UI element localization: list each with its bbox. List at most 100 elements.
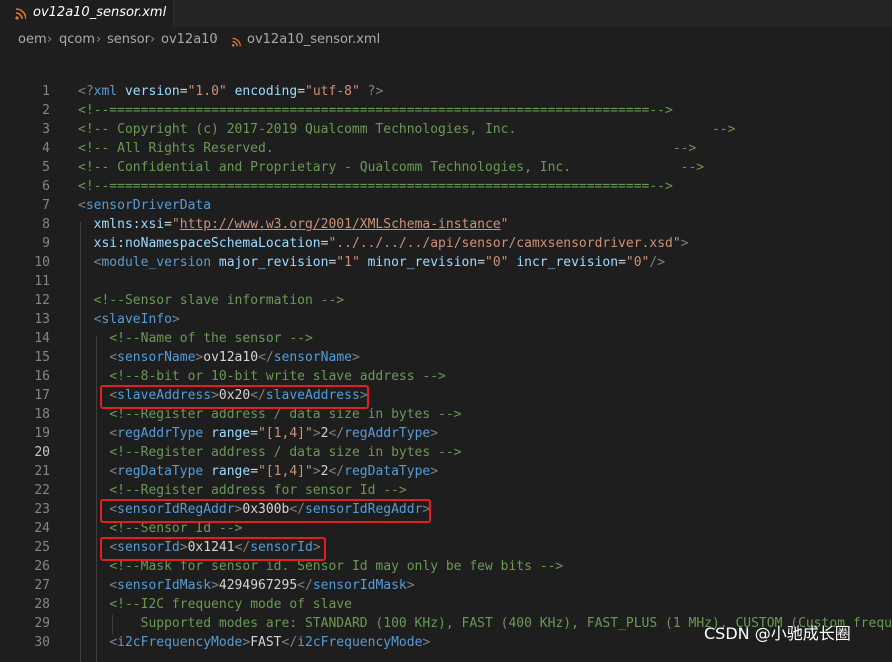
code-token: </	[297, 578, 313, 593]
code-token: >	[406, 578, 415, 593]
code-token: <!--8-bit or 10-bit write slave address …	[109, 369, 446, 384]
code-token: range	[211, 464, 251, 479]
code-token: <!--Name of the sensor -->	[109, 331, 313, 346]
code-token: regAddrType	[344, 426, 431, 441]
line-number: 16	[34, 369, 50, 384]
code-token: >	[422, 635, 431, 650]
code-line[interactable]: 3 <!-- Copyright (c) 2017-2019 Qualcomm T…	[0, 120, 892, 139]
code-line[interactable]: 19 <regAddrType range="[1,4]">2</regAddr…	[0, 424, 892, 443]
code-token: xmlns:xsi	[93, 217, 165, 232]
code-line[interactable]: 16 <!--8-bit or 10-bit write slave addre…	[0, 367, 892, 386]
code-editor[interactable]: 1 <?xml version="1.0" encoding="utf-8" ?>…	[0, 53, 892, 662]
line-number: 11	[34, 274, 50, 289]
breadcrumb-item-ov12a10[interactable]: ov12a10	[161, 32, 218, 47]
line-number: 17	[34, 388, 50, 403]
tab-bar: ov12a10_sensor.xml	[0, 0, 892, 27]
code-token: >	[430, 426, 439, 441]
code-line[interactable]: 21 <regDataType range="[1,4]">2</regData…	[0, 462, 892, 481]
line-number: 4	[42, 141, 50, 156]
code-line[interactable]: 10 <module_version major_revision="1" mi…	[0, 253, 892, 272]
line-number: 21	[34, 464, 50, 479]
code-token: "1"	[336, 255, 360, 270]
code-line[interactable]: 13 <slaveInfo>	[0, 310, 892, 329]
line-number: 29	[34, 616, 50, 631]
code-line[interactable]: 6 <!--===================================…	[0, 177, 892, 196]
code-line[interactable]: 12 <!--Sensor slave information -->	[0, 291, 892, 310]
code-text: <module_version major_revision="1" minor…	[78, 253, 665, 272]
line-number: 7	[42, 198, 50, 213]
code-token: <!--Register address / data size in byte…	[109, 407, 462, 422]
code-token: <!-- Copyright (c) 2017-2019 Qualcomm Te…	[78, 122, 736, 137]
code-token: "[1,4]"	[258, 426, 313, 441]
code-line[interactable]: 9 xsi:noNamespaceSchemaLocation="../../.…	[0, 234, 892, 253]
code-token: major_revision	[218, 255, 329, 270]
line-number: 18	[34, 407, 50, 422]
code-token: version	[124, 84, 180, 99]
code-text: <regAddrType range="[1,4]">2</regAddrTyp…	[78, 424, 438, 443]
code-token: </	[258, 350, 274, 365]
code-text: <!--8-bit or 10-bit write slave address …	[78, 367, 446, 386]
rss-icon	[231, 37, 241, 47]
line-number: 6	[42, 179, 50, 194]
code-line[interactable]: 7 <sensorDriverData	[0, 196, 892, 215]
code-line[interactable]: 14 <!--Name of the sensor -->	[0, 329, 892, 348]
line-number: 3	[42, 122, 50, 137]
code-line[interactable]: 20 <!--Register address / data size in b…	[0, 443, 892, 462]
code-token: regDataType	[117, 464, 204, 479]
code-token: =	[250, 426, 259, 441]
code-text: <sensorIdMask>4294967295</sensorIdMask>	[78, 576, 415, 595]
code-line[interactable]: 4 <!-- All Rights Reserved. -->	[0, 139, 892, 158]
code-text: <slaveInfo>	[78, 310, 180, 329]
line-number: 5	[42, 160, 50, 175]
code-token: <	[109, 578, 118, 593]
code-line[interactable]: 27 <sensorIdMask>4294967295</sensorIdMas…	[0, 576, 892, 595]
code-line[interactable]: 28 <!--I2C frequency mode of slave	[0, 595, 892, 614]
code-text: <!--====================================…	[78, 177, 673, 196]
breadcrumb-item-file[interactable]: ov12a10_sensor.xml	[247, 32, 380, 47]
line-number: 10	[34, 255, 50, 270]
code-line[interactable]: 15 <sensorName>ov12a10</sensorName>	[0, 348, 892, 367]
code-text: xsi:noNamespaceSchemaLocation="../../../…	[78, 234, 689, 253]
code-line[interactable]: 2 <!--===================================…	[0, 101, 892, 120]
breadcrumb-item-qcom[interactable]: qcom	[59, 32, 95, 47]
code-token: regDataType	[344, 464, 431, 479]
code-line[interactable]: 1 <?xml version="1.0" encoding="utf-8" ?>	[0, 82, 892, 101]
code-token: FAST	[250, 635, 282, 650]
code-token: sensorName	[117, 350, 196, 365]
breadcrumb: oem › qcom › sensor › ov12a10 › ov12a10_…	[0, 27, 892, 53]
line-number: 20	[34, 445, 50, 460]
code-text: <?xml version="1.0" encoding="utf-8" ?>	[78, 82, 383, 101]
chevron-right-icon: ›	[47, 32, 53, 47]
breadcrumb-item-sensor[interactable]: sensor	[107, 32, 150, 47]
code-token: =	[164, 217, 172, 232]
code-line[interactable]: 22 <!--Register address for sensor Id --…	[0, 481, 892, 500]
line-number: 30	[34, 635, 50, 650]
code-text: <sensorDriverData	[78, 196, 211, 215]
code-token: <!--Sensor slave information -->	[93, 293, 345, 308]
code-line[interactable]: 11	[0, 272, 892, 291]
code-token: <!--I2C frequency mode of slave	[109, 597, 352, 612]
code-token: range	[211, 426, 251, 441]
code-token: </	[328, 464, 345, 479]
code-token: =	[179, 84, 188, 99]
code-token: ?>	[367, 84, 384, 99]
code-line[interactable]: 5 <!-- Confidential and Proprietary - Qua…	[0, 158, 892, 177]
line-number: 27	[34, 578, 50, 593]
breadcrumb-item-oem[interactable]: oem	[18, 32, 47, 47]
tab-ov12a10-sensor-xml[interactable]: ov12a10_sensor.xml	[0, 0, 174, 27]
code-token: <!-- Confidential and Proprietary - Qual…	[78, 160, 705, 175]
rss-icon	[15, 8, 26, 20]
code-token: "	[500, 217, 509, 232]
code-line[interactable]: 8 xmlns:xsi="http://www.w3.org/2001/XMLS…	[0, 215, 892, 234]
highlight-box-sensor-id-reg-addr	[100, 499, 431, 523]
code-token: >	[171, 312, 180, 327]
code-token: encoding	[234, 84, 298, 99]
